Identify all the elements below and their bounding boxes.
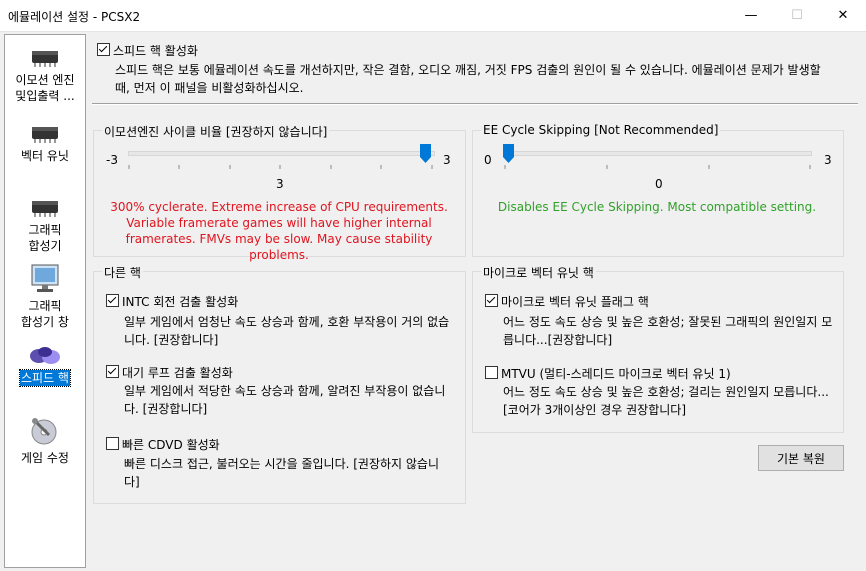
microvu-hacks-title: 마이크로 벡터 유닛 핵 — [481, 264, 596, 281]
close-button[interactable]: ✕ — [820, 0, 866, 31]
separator — [92, 103, 858, 105]
minimize-button[interactable]: — — [728, 0, 774, 31]
ee-cyclerate-max-label: 3 — [443, 153, 451, 167]
restore-defaults-button[interactable]: 기본 복원 — [758, 445, 844, 471]
chip-icon — [32, 51, 58, 67]
speedhacks-description: 스피드 핵은 보통 에뮬레이션 속도를 개선하지만, 작은 결함, 오디오 깨짐… — [115, 63, 821, 95]
title-bar: 에뮬레이션 설정 - PCSX2 — ☐ ✕ — [0, 0, 866, 32]
monitor-icon — [31, 264, 59, 292]
ee-skipping-group: EE Cycle Skipping [Not Recommended] — [472, 123, 844, 257]
ee-skipping-info: Disables EE Cycle Skipping. Most compati… — [497, 200, 817, 214]
mtvu-label: MTVU (멀티-스레디드 마이크로 벡터 유닛 1) — [501, 367, 731, 381]
speedhack-pills-icon — [30, 347, 60, 364]
wait-loop-description: 일부 게임에서 적당한 속도 상승과 함께, 알려진 부작용이 없습니다. [권… — [124, 384, 446, 416]
sidebar-item-vector-units[interactable]: 벡터 유닛 — [5, 121, 85, 164]
mvu-flag-description: 어느 정도 속도 상승 및 높은 호환성; 잘못된 그래픽의 원인일지 모릅니다… — [503, 315, 833, 347]
wait-loop-checkbox[interactable] — [106, 365, 119, 378]
fast-cdvd-description: 빠른 디스크 접근, 불러오는 시간을 줄입니다. [권장하지 않습니다] — [124, 457, 440, 489]
maximize-icon: ☐ — [791, 8, 803, 23]
ee-cyclerate-warning: 300% cyclerate. Extreme increase of CPU … — [110, 200, 448, 262]
chip-icon — [32, 201, 58, 217]
enable-speedhacks-checkbox[interactable] — [97, 43, 110, 56]
sidebar-item-emotion-engine[interactable]: 이모션 엔진 및입출력 ... — [5, 45, 85, 104]
wait-loop-label: 대기 루프 검출 활성화 — [122, 366, 233, 380]
sidebar-item-gamefixes[interactable]: 게임 수정 — [5, 415, 85, 466]
ee-cyclerate-value: 3 — [276, 177, 284, 191]
other-hacks-title: 다른 핵 — [102, 264, 143, 281]
chip-icon — [32, 127, 58, 143]
ee-cyclerate-title: 이모션엔진 사이클 비율 [권장하지 않습니다] — [102, 123, 330, 140]
ee-cyclerate-slider-thumb[interactable] — [420, 144, 431, 163]
fast-cdvd-label: 빠른 CDVD 활성화 — [122, 438, 220, 452]
ee-skipping-max-label: 3 — [824, 153, 832, 167]
mvu-flag-checkbox[interactable] — [485, 294, 498, 307]
mtvu-description: 어느 정도 속도 상승 및 높은 호환성; 걸리는 원인일지 모릅니다...[코… — [503, 385, 829, 417]
disc-wrench-icon — [31, 418, 57, 445]
close-icon: ✕ — [837, 8, 849, 23]
sidebar-item-speedhacks[interactable]: 스피드 핵 — [5, 343, 85, 387]
settings-sidebar: 이모션 엔진 및입출력 ... 벡터 유닛 그래픽 합성기 그래픽 합성기 창 … — [4, 34, 86, 568]
minimize-icon: — — [744, 8, 758, 23]
ee-skipping-min-label: 0 — [484, 153, 492, 167]
ee-skipping-title: EE Cycle Skipping [Not Recommended] — [481, 123, 721, 137]
ee-skipping-slider-thumb[interactable] — [503, 144, 514, 163]
ee-skipping-slider-track[interactable] — [504, 151, 812, 156]
enable-speedhacks-label: 스피드 핵 활성화 — [113, 44, 198, 58]
ee-cyclerate-ticks — [128, 165, 433, 169]
intc-spin-checkbox[interactable] — [106, 294, 119, 307]
ee-skipping-ticks — [504, 165, 811, 169]
fast-cdvd-checkbox[interactable] — [106, 437, 119, 450]
sidebar-item-gs[interactable]: 그래픽 합성기 — [5, 195, 85, 254]
maximize-button[interactable]: ☐ — [774, 0, 820, 31]
window-title: 에뮬레이션 설정 - PCSX2 — [8, 10, 141, 24]
intc-spin-label: INTC 회전 검출 활성화 — [122, 295, 239, 309]
mtvu-checkbox[interactable] — [485, 366, 498, 379]
intc-spin-description: 일부 게임에서 엄청난 속도 상승과 함께, 호환 부작용이 거의 없습니다. … — [124, 315, 450, 347]
ee-cyclerate-slider-track[interactable] — [128, 151, 435, 156]
ee-cyclerate-min-label: -3 — [106, 153, 118, 167]
ee-skipping-value: 0 — [655, 177, 663, 191]
mvu-flag-label: 마이크로 벡터 유닛 플래그 핵 — [501, 295, 649, 309]
sidebar-item-gs-window[interactable]: 그래픽 합성기 창 — [5, 263, 85, 330]
